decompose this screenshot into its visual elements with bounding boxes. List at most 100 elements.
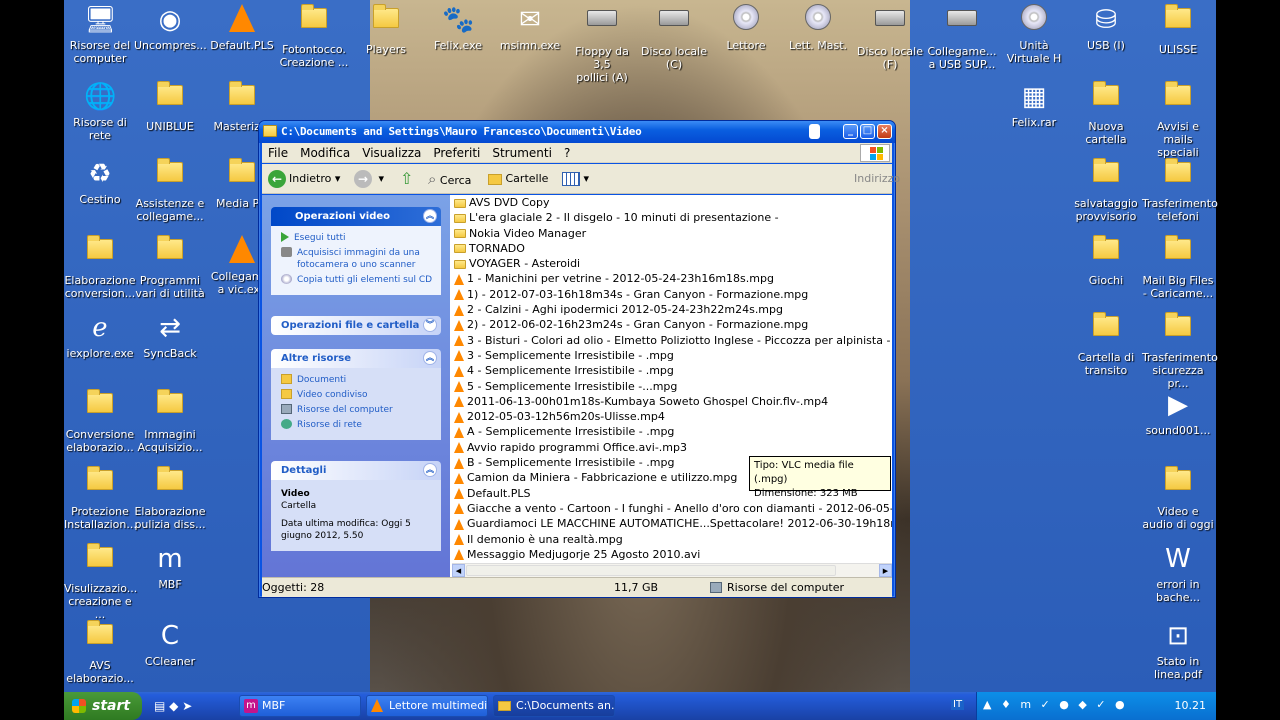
- menu-help[interactable]: ?: [558, 143, 576, 163]
- file-row[interactable]: 3 - Bisturi - Colori ad olio - Elmetto P…: [452, 333, 892, 348]
- desktop-left-icon-3[interactable]: ♻ Cestino: [64, 154, 136, 206]
- desktop-left-icon-1[interactable]: UNIBLUE: [134, 77, 206, 133]
- desktop-left-icon-12[interactable]: Immagini Acquisizio...: [134, 385, 206, 454]
- details-header[interactable]: Dettagli ︽: [271, 461, 441, 480]
- desktop-right-icon-1[interactable]: Nuova cartella: [1070, 77, 1142, 146]
- window-menu-icon[interactable]: [809, 124, 820, 139]
- desktop-top-icon-6[interactable]: ✉ msimn.exe: [494, 0, 566, 52]
- desktop-top-icon-14[interactable]: ⛁ USB (I): [1070, 0, 1142, 52]
- desktop-left-icon-10[interactable]: ⇄ SyncBack: [134, 308, 206, 360]
- scroll-right-button[interactable]: ▶: [879, 564, 892, 577]
- desktop-left-icon-17[interactable]: AVS elaborazio...: [64, 616, 136, 685]
- quicklaunch-icons[interactable]: ▤ ◆ ➤: [154, 699, 192, 713]
- file-row[interactable]: AVS DVD Copy: [452, 195, 892, 210]
- up-folder-icon[interactable]: ⇧: [400, 168, 413, 190]
- task-media-player[interactable]: Lettore multimedi...: [366, 695, 488, 717]
- task-acquire-images[interactable]: Acquisisci immagini da una fotocamera o …: [281, 247, 433, 271]
- minimize-button[interactable]: _: [843, 124, 858, 139]
- file-row[interactable]: Nokia Video Manager: [452, 226, 892, 241]
- task-play-all[interactable]: Esegui tutti: [281, 232, 433, 244]
- desktop-left-icon-7[interactable]: Programmi vari di utilità: [134, 231, 206, 300]
- desktop-top-icon-4[interactable]: Players: [350, 0, 422, 56]
- back-button[interactable]: ← Indietro ▾: [268, 168, 340, 190]
- file-row[interactable]: 2 - Calzini - Aghi ipodermici 2012-05-24…: [452, 302, 892, 317]
- desktop-top-icon-8[interactable]: Disco locale (C): [638, 0, 710, 71]
- file-row[interactable]: 3 - Semplicemente Irresistibile - .mpg: [452, 348, 892, 363]
- desktop-right-icon-12[interactable]: ⊡ Stato in linea.pdf: [1142, 616, 1214, 681]
- desktop-right-icon-8[interactable]: Trasferimento sicurezza pr...: [1142, 308, 1218, 390]
- horizontal-scrollbar[interactable]: ◀ ▶: [452, 563, 892, 577]
- scroll-thumb[interactable]: [466, 565, 836, 576]
- desktop-right-icon-6[interactable]: Mail Big Files - Caricame...: [1142, 231, 1214, 300]
- desktop-left-icon-0[interactable]: 🌐 Risorse di rete: [64, 77, 136, 142]
- tray-icons[interactable]: ▲ ♦ m ✓ ● ◆ ✓ ●: [983, 698, 1128, 711]
- desktop-right-icon-3[interactable]: salvataggio provvisorio: [1070, 154, 1142, 223]
- menu-favorites[interactable]: Preferiti: [427, 143, 486, 163]
- task-explorer[interactable]: C:\Documents an...: [493, 695, 615, 717]
- file-row[interactable]: 1 - Manichini per vetrine - 2012-05-24-2…: [452, 271, 892, 286]
- explorer-window[interactable]: C:\Documents and Settings\Mauro Francesc…: [258, 120, 900, 598]
- file-row[interactable]: Il demonio è una realtà.mpg: [452, 532, 892, 547]
- file-row[interactable]: TORNADO: [452, 241, 892, 256]
- collapse-icon[interactable]: ︽: [423, 351, 437, 365]
- menu-edit[interactable]: Modifica: [294, 143, 356, 163]
- desktop-top-icon-9[interactable]: Lettore: [710, 0, 782, 52]
- file-row[interactable]: Messaggio Medjugorje 25 Agosto 2010.avi: [452, 547, 892, 562]
- file-row[interactable]: 4 - Semplicemente Irresistibile - .mpg: [452, 363, 892, 378]
- desktop-top-icon-3[interactable]: Fotontocco. Creazione ...: [278, 0, 350, 69]
- file-row[interactable]: A - Semplicemente Irresistibile - .mpg: [452, 424, 892, 439]
- desktop-right-icon-10[interactable]: Video e audio di oggi: [1142, 462, 1214, 531]
- desktop-top-icon-12[interactable]: Collegame... a USB SUP...: [926, 0, 998, 71]
- task-mbf[interactable]: m MBF: [239, 695, 361, 717]
- file-row[interactable]: L'era glaciale 2 - Il disgelo - 10 minut…: [452, 210, 892, 225]
- link-network[interactable]: Risorse di rete: [281, 419, 433, 431]
- desktop-left-icon-6[interactable]: Elaborazione conversion...: [64, 231, 136, 300]
- desktop-left-icon-16[interactable]: m MBF: [134, 539, 206, 591]
- file-row[interactable]: 2011-06-13-00h01m18s-Kumbaya Soweto Ghos…: [452, 394, 892, 409]
- views-button[interactable]: ▾: [562, 168, 589, 190]
- file-row[interactable]: 1) - 2012-07-03-16h18m34s - Gran Canyon …: [452, 287, 892, 302]
- video-tasks-header[interactable]: Operazioni video ︽: [271, 207, 441, 226]
- language-indicator[interactable]: IT: [951, 699, 965, 710]
- desktop-left-icon-14[interactable]: Elaborazione pulizia diss...: [134, 462, 206, 531]
- desktop-top-icon-5[interactable]: 🐾 Felix.exe: [422, 0, 494, 52]
- desktop-left-icon-9[interactable]: ℯ iexplore.exe: [64, 308, 136, 360]
- desktop-right-icon-2[interactable]: Avvisi e mails speciali: [1142, 77, 1214, 159]
- desktop-left-icon-15[interactable]: Visulizzazio... creazione e ...: [64, 539, 137, 621]
- desktop-top-icon-1[interactable]: ◉ Uncompres...: [134, 0, 207, 52]
- task-copy-to-cd[interactable]: Copia tutti gli elementi sul CD: [281, 274, 433, 286]
- link-my-computer[interactable]: Risorse del computer: [281, 404, 433, 416]
- file-tasks-header[interactable]: Operazioni file e cartella ︾: [271, 316, 441, 335]
- desktop-top-icon-15[interactable]: ULISSE: [1142, 0, 1214, 56]
- folders-button[interactable]: Cartelle: [488, 168, 548, 190]
- desktop-right-icon-0[interactable]: ▦ Felix.rar: [998, 77, 1070, 129]
- desktop-left-icon-11[interactable]: Conversione elaborazio...: [64, 385, 136, 454]
- file-row[interactable]: VOYAGER - Asteroidi: [452, 256, 892, 271]
- start-button[interactable]: start: [64, 692, 142, 720]
- file-row[interactable]: Giacche a vento - Cartoon - I funghi - A…: [452, 501, 892, 516]
- file-row[interactable]: 2012-05-03-12h56m20s-Ulisse.mp4: [452, 409, 892, 424]
- desktop-right-icon-4[interactable]: Trasferimento telefoni: [1142, 154, 1218, 223]
- desktop-right-icon-11[interactable]: Werrori in bache...: [1142, 539, 1214, 604]
- file-row[interactable]: Avvio rapido programmi Office.avi-.mp3: [452, 440, 892, 455]
- desktop-top-icon-7[interactable]: Floppy da 3,5 pollici (A): [566, 0, 638, 84]
- desktop-left-icon-13[interactable]: Protezione Installazion...: [64, 462, 137, 531]
- file-row[interactable]: 5 - Semplicemente Irresistibile -...mpg: [452, 379, 892, 394]
- maximize-button[interactable]: □: [860, 124, 875, 139]
- search-button[interactable]: ⌕ Cerca: [428, 168, 471, 190]
- desktop-right-icon-9[interactable]: ▶ sound001...: [1142, 385, 1214, 437]
- other-places-header[interactable]: Altre risorse ︽: [271, 349, 441, 368]
- menu-tools[interactable]: Strumenti: [486, 143, 558, 163]
- desktop-right-icon-5[interactable]: Giochi: [1070, 231, 1142, 287]
- collapse-icon[interactable]: ︽: [423, 209, 437, 223]
- menu-view[interactable]: Visualizza: [356, 143, 427, 163]
- desktop-top-icon-13[interactable]: Unità Virtuale H: [998, 0, 1070, 65]
- desktop-right-icon-7[interactable]: Cartella di transito: [1070, 308, 1142, 377]
- forward-button[interactable]: → ▾: [354, 168, 384, 190]
- expand-icon[interactable]: ︾: [423, 318, 437, 332]
- desktop-top-icon-10[interactable]: Lett. Mast.: [782, 0, 854, 52]
- menu-file[interactable]: File: [262, 143, 294, 163]
- scroll-left-button[interactable]: ◀: [452, 564, 465, 577]
- desktop-top-icon-2[interactable]: Default.PLS: [206, 0, 278, 52]
- link-shared-video[interactable]: Video condiviso: [281, 389, 433, 401]
